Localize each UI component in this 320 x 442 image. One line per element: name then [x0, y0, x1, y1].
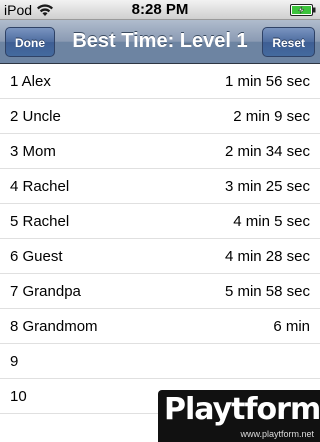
list-item[interactable]: 7 Grandpa 5 min 58 sec [0, 274, 320, 309]
list-item[interactable]: 8 Grandmom 6 min [0, 309, 320, 344]
navigation-bar: Done Best Time: Level 1 Reset [0, 20, 320, 64]
watermark: Playtform www.playtform.net [158, 390, 320, 442]
watermark-url: www.playtform.net [240, 429, 314, 439]
reset-button[interactable]: Reset [262, 27, 315, 57]
list-item[interactable]: 2 Uncle 2 min 9 sec [0, 99, 320, 134]
player-name: 9 [10, 353, 19, 370]
player-time: 2 min 9 sec [233, 108, 310, 125]
player-time: 5 min 58 sec [224, 283, 310, 300]
player-name: 5 Rachel [10, 213, 70, 230]
player-name: 4 Rachel [10, 178, 70, 195]
player-name: 10 [10, 388, 27, 405]
player-time: 6 min [273, 318, 310, 335]
done-button[interactable]: Done [5, 27, 55, 57]
player-time: 3 min 25 sec [224, 178, 310, 195]
list-item[interactable]: 5 Rachel 4 min 5 sec [0, 204, 320, 239]
battery-charging-icon [290, 4, 316, 16]
player-name: 2 Uncle [10, 108, 61, 125]
player-name: 1 Alex [10, 73, 51, 90]
list-item[interactable]: 4 Rachel 3 min 25 sec [0, 169, 320, 204]
page-title: Best Time: Level 1 [72, 30, 248, 52]
best-times-list: 1 Alex 1 min 56 sec 2 Uncle 2 min 9 sec … [0, 64, 320, 414]
status-bar: iPod 8:28 PM [0, 0, 320, 20]
player-name: 6 Guest [10, 248, 63, 265]
list-item[interactable]: 6 Guest 4 min 28 sec [0, 239, 320, 274]
player-name: 3 Mom [10, 143, 56, 160]
player-name: 7 Grandpa [10, 283, 81, 300]
status-time: 8:28 PM [131, 1, 189, 18]
player-name: 8 Grandmom [10, 318, 98, 335]
list-item[interactable]: 3 Mom 2 min 34 sec [0, 134, 320, 169]
watermark-logo: Playtform [164, 392, 320, 427]
list-item[interactable]: 9 [0, 344, 320, 379]
player-time: 2 min 34 sec [224, 143, 310, 160]
screen: iPod 8:28 PM Done Best Time: Level 1 Res… [0, 0, 320, 442]
player-time: 1 min 56 sec [224, 73, 310, 90]
list-item[interactable]: 1 Alex 1 min 56 sec [0, 64, 320, 99]
player-time: 4 min 5 sec [233, 213, 310, 230]
player-time: 4 min 28 sec [224, 248, 310, 265]
